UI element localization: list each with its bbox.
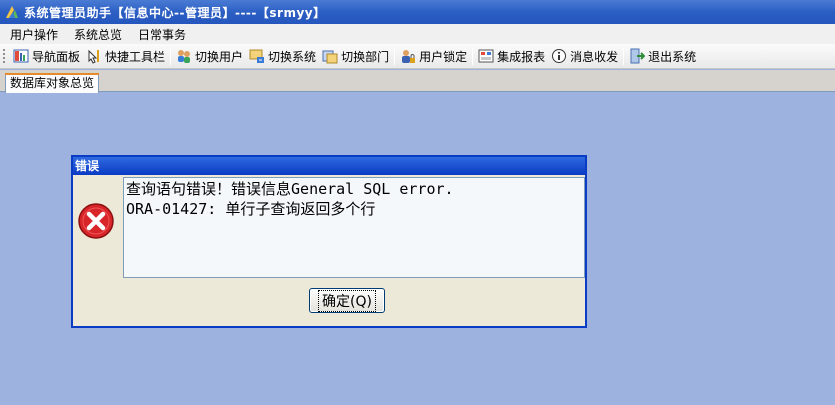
user-lock-button[interactable]: 用户锁定	[397, 46, 470, 67]
menu-bar: 用户操作 系统总览 日常事务	[0, 24, 835, 44]
exit-system-label: 退出系统	[648, 49, 697, 64]
toolbar-separator	[472, 47, 474, 65]
switch-system-icon	[249, 48, 265, 64]
quick-toolbar-icon	[86, 48, 102, 64]
ok-button-label: 确定(Q)	[318, 289, 376, 312]
switch-department-button[interactable]: 切换部门	[319, 46, 392, 67]
error-icon	[77, 202, 115, 240]
switch-department-icon	[322, 48, 338, 64]
user-lock-icon	[400, 48, 416, 64]
switch-user-icon	[176, 48, 192, 64]
toolbar: 导航面板 快捷工具栏 切换用户 切换系统 切换部门 用户锁定 集成报表 消息收发…	[0, 44, 835, 69]
tab-database-objects-overview[interactable]: 数据库对象总览	[5, 73, 100, 93]
switch-user-label: 切换用户	[195, 49, 244, 64]
user-lock-label: 用户锁定	[419, 49, 468, 64]
quick-toolbar-button[interactable]: 快捷工具栏	[83, 46, 168, 67]
dialog-title: 错误	[73, 157, 585, 175]
exit-system-button[interactable]: 退出系统	[626, 46, 699, 67]
message-button[interactable]: 消息收发	[548, 46, 621, 67]
switch-user-button[interactable]: 切换用户	[173, 46, 246, 67]
exit-icon	[629, 48, 646, 64]
message-label: 消息收发	[570, 49, 619, 64]
message-icon	[551, 48, 567, 64]
window-title: 系统管理员助手【信息中心--管理员】----【srmyy】	[24, 5, 326, 20]
report-icon	[478, 48, 494, 64]
toolbar-separator	[394, 47, 396, 65]
switch-system-label: 切换系统	[268, 49, 317, 64]
integrated-report-label: 集成报表	[497, 49, 546, 64]
nav-panel-label: 导航面板	[32, 49, 81, 64]
switch-department-label: 切换部门	[341, 49, 390, 64]
tab-strip: 数据库对象总览	[0, 70, 835, 93]
window-titlebar: 系统管理员助手【信息中心--管理员】----【srmyy】	[0, 0, 835, 24]
menu-daily-affairs[interactable]: 日常事务	[130, 26, 194, 43]
menu-system-overview[interactable]: 系统总览	[66, 26, 130, 43]
ok-button[interactable]: 确定(Q)	[309, 288, 385, 313]
nav-panel-button[interactable]: 导航面板	[10, 46, 83, 67]
nav-panel-icon	[13, 48, 29, 64]
toolbar-grip[interactable]	[2, 47, 6, 65]
quick-toolbar-label: 快捷工具栏	[105, 49, 166, 64]
integrated-report-button[interactable]: 集成报表	[475, 46, 548, 67]
toolbar-separator	[170, 47, 172, 65]
error-message: 查询语句错误！错误信息General SQL error. ORA-01427:…	[123, 177, 585, 278]
error-dialog: 错误 查询语句错误！错误信息General SQL error. ORA-014…	[71, 155, 587, 328]
menu-user-operations[interactable]: 用户操作	[2, 26, 66, 43]
toolbar-separator	[623, 47, 625, 65]
app-logo-icon	[4, 4, 20, 20]
switch-system-button[interactable]: 切换系统	[246, 46, 319, 67]
